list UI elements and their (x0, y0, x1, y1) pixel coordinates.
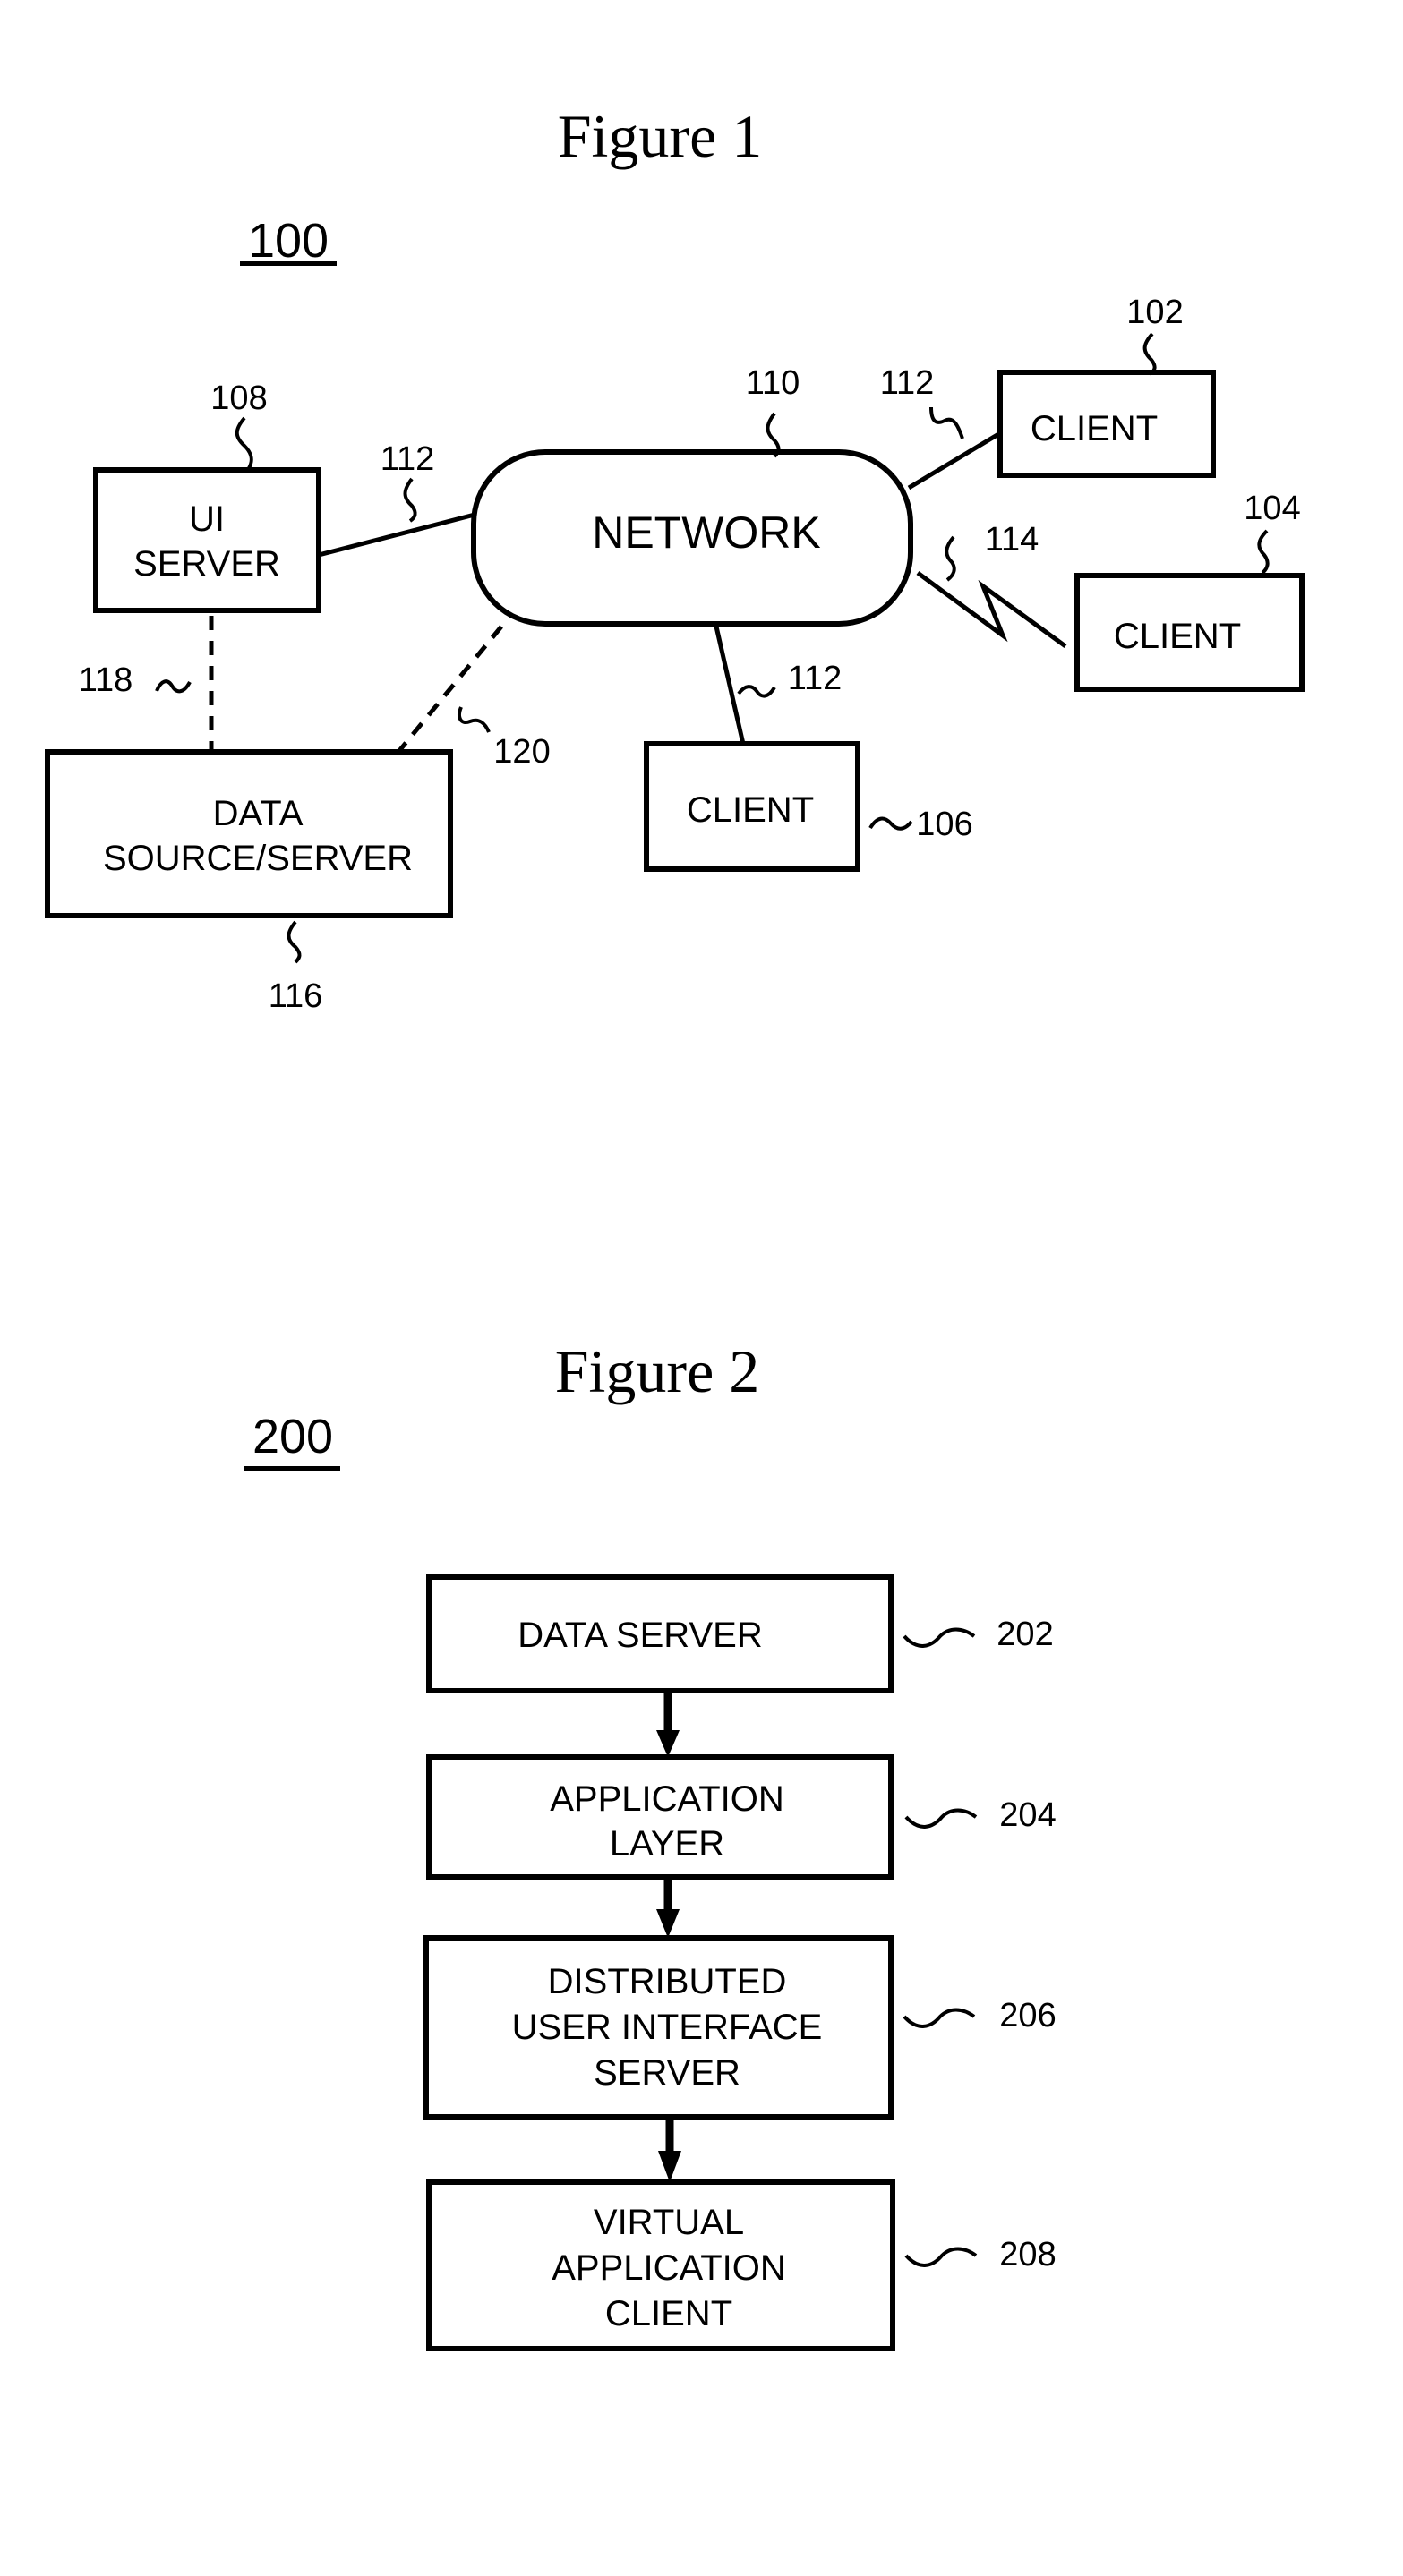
patent-drawing-sheet: Figure 1 100 UI SERVER 108 NETWORK 110 C… (45, 102, 1305, 2351)
link-network-data-squiggle-icon (458, 706, 491, 733)
node-ui-server: UI SERVER 108 (93, 380, 321, 613)
client-102-label: CLIENT (1031, 409, 1158, 448)
data-source-box (45, 749, 453, 918)
link-ui-data-squiggle-icon (155, 679, 192, 694)
node-client-106: CLIENT 106 (644, 741, 973, 872)
flow-box-data-server: DATA SERVER 202 (426, 1574, 1054, 1693)
client-106-leader-squiggle-icon (868, 816, 913, 831)
link-wireless-client-104 (916, 570, 1067, 649)
flow-box-distributed-ui-server: DISTRIBUTED USER INTERFACE SERVER 206 (423, 1935, 1057, 2120)
link-network-data-source (397, 625, 503, 754)
figure-1-number-underline (240, 261, 337, 266)
link-client-104-squiggle-icon (945, 535, 956, 582)
flow-box-virtual-application-client: VIRTUAL APPLICATION CLIENT 208 (426, 2179, 1057, 2351)
link-network-client-102 (907, 431, 1002, 490)
distributed-ui-server-ref: 206 (999, 1997, 1056, 2034)
ui-server-label-line-2: SERVER (133, 544, 280, 584)
link-client-102-squiggle-icon (929, 406, 964, 439)
node-network: NETWORK 110 (471, 364, 913, 627)
figure-2-title: Figure 2 (555, 1337, 760, 1405)
figure-1: Figure 1 100 UI SERVER 108 NETWORK 110 C… (45, 102, 1305, 1015)
link-ui-network-squiggle-icon (403, 477, 417, 523)
node-client-102: CLIENT 102 (997, 294, 1216, 478)
client-104-label: CLIENT (1114, 617, 1241, 656)
client-102-leader-squiggle-icon (1142, 332, 1157, 376)
ui-server-label-line-1: UI (189, 499, 225, 539)
client-104-ref: 104 (1244, 490, 1300, 527)
distributed-ui-server-label-line-2: USER INTERFACE (512, 2008, 823, 2047)
data-server-ref: 202 (997, 1616, 1053, 1653)
network-label: NETWORK (592, 508, 821, 558)
client-106-ref: 106 (916, 806, 972, 843)
ui-server-ref: 108 (210, 380, 267, 417)
application-layer-ref: 204 (999, 1796, 1056, 1834)
figure-2: Figure 2 200 DATA SERVER 202 APPLICATION… (244, 1337, 1057, 2351)
arrow-206-208-head-icon (658, 2151, 681, 2182)
virtual-application-client-ref: 208 (999, 2236, 1056, 2273)
figure-2-number: 200 (252, 1410, 333, 1463)
data-server-label: DATA SERVER (518, 1616, 762, 1655)
link-network-client-106 (714, 626, 746, 745)
application-layer-leader-squiggle-icon (904, 1808, 978, 1829)
distributed-ui-server-label-line-3: SERVER (594, 2053, 740, 2093)
virtual-application-client-label-line-3: CLIENT (605, 2294, 732, 2333)
data-source-label-line-2: SOURCE/SERVER (103, 839, 413, 878)
data-source-leader-squiggle-icon (287, 920, 302, 964)
link-ui-network (318, 512, 475, 558)
link-network-data-ref: 120 (493, 733, 550, 771)
node-client-104: CLIENT 104 (1074, 490, 1305, 692)
link-client-106-ref: 112 (788, 660, 843, 697)
application-layer-label-line-1: APPLICATION (550, 1779, 784, 1819)
data-server-leader-squiggle-icon (903, 1627, 976, 1648)
figure-2-number-underline (244, 1466, 340, 1471)
network-ref: 110 (746, 364, 800, 402)
data-source-ref: 116 (269, 977, 323, 1015)
figure-1-title: Figure 1 (558, 102, 763, 170)
link-ui-data-ref: 118 (79, 661, 133, 699)
virtual-application-client-label-line-1: VIRTUAL (594, 2203, 744, 2242)
link-client-106-squiggle-icon (737, 685, 776, 698)
virtual-application-client-leader-squiggle-icon (904, 2247, 978, 2267)
arrow-204-206-head-icon (656, 1909, 680, 1938)
application-layer-label-line-2: LAYER (610, 1824, 724, 1864)
client-102-ref: 102 (1126, 294, 1183, 331)
link-client-102-ref: 112 (880, 364, 935, 402)
ui-server-leader-squiggle-icon (235, 416, 253, 469)
arrow-202-204-head-icon (656, 1730, 680, 1757)
figure-1-number: 100 (248, 214, 329, 268)
client-106-label: CLIENT (687, 790, 814, 830)
distributed-ui-server-leader-squiggle-icon (903, 2008, 976, 2028)
link-ui-network-ref: 112 (381, 440, 435, 478)
virtual-application-client-label-line-2: APPLICATION (552, 2248, 786, 2288)
distributed-ui-server-label-line-1: DISTRIBUTED (548, 1962, 787, 2001)
flow-box-application-layer: APPLICATION LAYER 204 (426, 1754, 1057, 1880)
link-client-104-ref: 114 (985, 521, 1039, 559)
node-data-source: DATA SOURCE/SERVER 116 (45, 749, 453, 1015)
ui-server-box (93, 467, 321, 613)
data-source-label-line-1: DATA (213, 794, 304, 833)
client-104-leader-squiggle-icon (1257, 529, 1270, 575)
